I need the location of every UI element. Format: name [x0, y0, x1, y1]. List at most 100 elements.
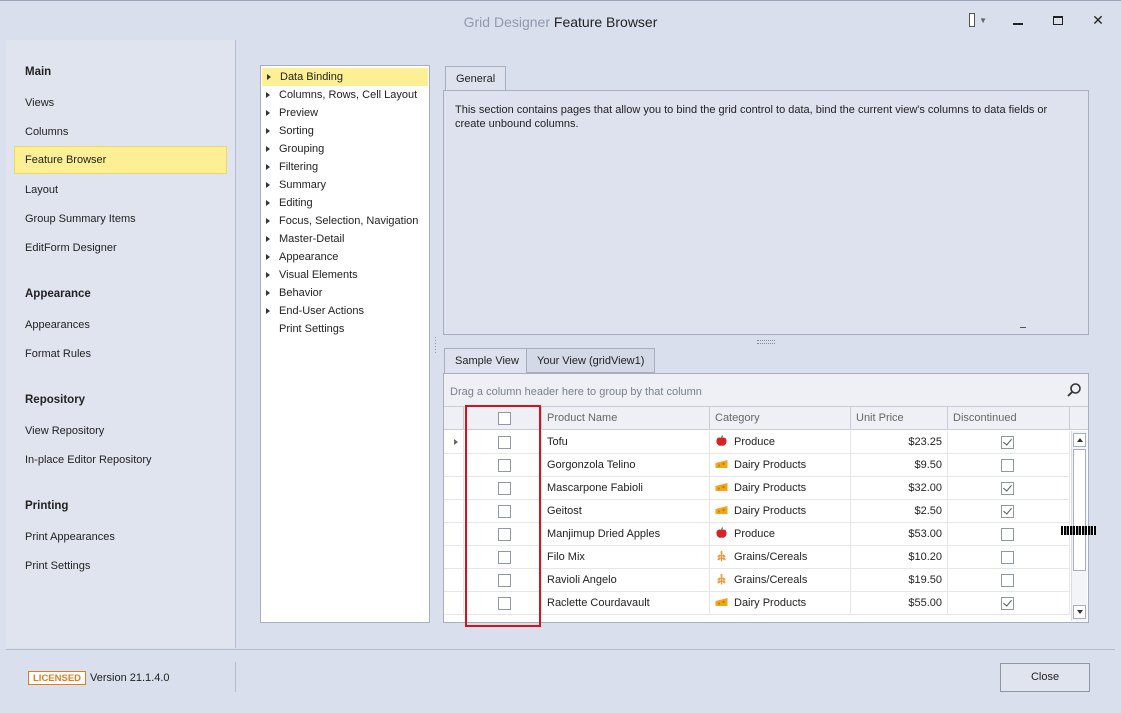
- sidebar-item-group-summary-items[interactable]: Group Summary Items: [14, 205, 227, 233]
- column-header-category[interactable]: Category: [710, 407, 851, 430]
- sidebar-item-appearances[interactable]: Appearances: [14, 311, 227, 339]
- product-name-cell[interactable]: Manjimup Dried Apples: [542, 523, 710, 546]
- category-cell[interactable]: Grains/Cereals: [710, 546, 851, 569]
- unit-price-cell[interactable]: $19.50: [851, 569, 948, 592]
- discontinued-checkbox[interactable]: [1001, 574, 1014, 587]
- minimize-button[interactable]: [1009, 11, 1027, 29]
- row-indicator-cell[interactable]: [444, 523, 464, 546]
- unit-price-cell[interactable]: $9.50: [851, 454, 948, 477]
- tree-item-appearance[interactable]: Appearance: [261, 248, 429, 266]
- unit-price-cell[interactable]: $53.00: [851, 523, 948, 546]
- close-window-button[interactable]: ✕: [1089, 11, 1107, 29]
- discontinued-cell[interactable]: [948, 546, 1070, 569]
- tree-item-sorting[interactable]: Sorting: [261, 122, 429, 140]
- discontinued-checkbox[interactable]: [1001, 459, 1014, 472]
- tree-item-behavior[interactable]: Behavior: [261, 284, 429, 302]
- tree-splitter-handle[interactable]: · · · · · ·: [434, 333, 437, 357]
- unit-price-cell[interactable]: $32.00: [851, 477, 948, 500]
- discontinued-checkbox[interactable]: [1001, 597, 1014, 610]
- tree-item-filtering[interactable]: Filtering: [261, 158, 429, 176]
- tree-item-data-binding[interactable]: Data Binding: [262, 68, 428, 86]
- row-indicator-cell[interactable]: [444, 431, 464, 454]
- column-header-unit-price[interactable]: Unit Price: [851, 407, 948, 430]
- discontinued-cell[interactable]: [948, 592, 1070, 615]
- product-name-cell[interactable]: Ravioli Angelo: [542, 569, 710, 592]
- title-bar[interactable]: Grid Designer Feature Browser ▼ ✕: [0, 0, 1121, 40]
- tree-item-print-settings[interactable]: Print Settings: [261, 320, 429, 338]
- unit-price-cell[interactable]: $10.20: [851, 546, 948, 569]
- tree-item-preview[interactable]: Preview: [261, 104, 429, 122]
- discontinued-cell[interactable]: [948, 569, 1070, 592]
- row-indicator-cell[interactable]: [444, 569, 464, 592]
- tree-item-editing[interactable]: Editing: [261, 194, 429, 212]
- sidebar-item-inplace-editor-repository[interactable]: In-place Editor Repository: [14, 446, 227, 474]
- tree-item-columns-rows-cell-layout[interactable]: Columns, Rows, Cell Layout: [261, 86, 429, 104]
- expand-arrow-icon[interactable]: [266, 236, 270, 242]
- discontinued-checkbox[interactable]: [1001, 528, 1014, 541]
- discontinued-cell[interactable]: [948, 454, 1070, 477]
- expand-arrow-icon[interactable]: [267, 74, 271, 80]
- discontinued-cell[interactable]: [948, 523, 1070, 546]
- product-name-cell[interactable]: Tofu: [542, 431, 710, 454]
- tree-item-summary[interactable]: Summary: [261, 176, 429, 194]
- tree-item-grouping[interactable]: Grouping: [261, 140, 429, 158]
- unit-price-cell[interactable]: $2.50: [851, 500, 948, 523]
- product-name-cell[interactable]: Raclette Courdavault: [542, 592, 710, 615]
- tree-item-end-user-actions[interactable]: End-User Actions: [261, 302, 429, 320]
- tree-item-focus-selection-navigation[interactable]: Focus, Selection, Navigation: [261, 212, 429, 230]
- discontinued-checkbox[interactable]: [1001, 505, 1014, 518]
- discontinued-cell[interactable]: [948, 431, 1070, 454]
- expand-arrow-icon[interactable]: [266, 218, 270, 224]
- expand-arrow-icon[interactable]: [266, 182, 270, 188]
- sidebar-item-print-settings[interactable]: Print Settings: [14, 552, 227, 580]
- row-indicator-cell[interactable]: [444, 592, 464, 615]
- scroll-up-button[interactable]: [1073, 433, 1086, 447]
- expand-arrow-icon[interactable]: [266, 308, 270, 314]
- sidebar-item-views[interactable]: Views: [14, 89, 227, 117]
- product-name-cell[interactable]: Filo Mix: [542, 546, 710, 569]
- sidebar-item-editform-designer[interactable]: EditForm Designer: [14, 234, 227, 262]
- expand-arrow-icon[interactable]: [266, 290, 270, 296]
- skin-selector-button[interactable]: ▼: [969, 11, 987, 29]
- row-indicator-cell[interactable]: [444, 454, 464, 477]
- category-cell[interactable]: Dairy Products: [710, 592, 851, 615]
- panel-splitter-handle[interactable]: [757, 340, 775, 344]
- search-icon[interactable]: [1066, 382, 1082, 398]
- expand-arrow-icon[interactable]: [266, 200, 270, 206]
- expand-arrow-icon[interactable]: [266, 272, 270, 278]
- tab-your-view[interactable]: Your View (gridView1): [526, 348, 656, 373]
- group-panel[interactable]: Drag a column header here to group by th…: [444, 374, 1088, 407]
- discontinued-cell[interactable]: [948, 500, 1070, 523]
- expand-arrow-icon[interactable]: [266, 110, 270, 116]
- scroll-thumb[interactable]: [1073, 449, 1086, 571]
- category-cell[interactable]: Dairy Products: [710, 500, 851, 523]
- category-cell[interactable]: Produce: [710, 431, 851, 454]
- discontinued-checkbox[interactable]: [1001, 482, 1014, 495]
- tab-general[interactable]: General: [445, 66, 507, 91]
- maximize-button[interactable]: [1049, 11, 1067, 29]
- unit-price-cell[interactable]: $55.00: [851, 592, 948, 615]
- category-cell[interactable]: Dairy Products: [710, 454, 851, 477]
- product-name-cell[interactable]: Mascarpone Fabioli: [542, 477, 710, 500]
- category-cell[interactable]: Produce: [710, 523, 851, 546]
- column-header-product-name[interactable]: Product Name: [542, 407, 710, 430]
- sidebar-item-feature-browser[interactable]: Feature Browser: [14, 146, 227, 174]
- expand-arrow-icon[interactable]: [266, 92, 270, 98]
- close-button[interactable]: Close: [1000, 663, 1090, 692]
- row-indicator-cell[interactable]: [444, 546, 464, 569]
- tab-sample-view[interactable]: Sample View: [444, 348, 530, 374]
- discontinued-checkbox[interactable]: [1001, 551, 1014, 564]
- product-name-cell[interactable]: Gorgonzola Telino: [542, 454, 710, 477]
- sidebar-item-columns[interactable]: Columns: [14, 118, 227, 146]
- unit-price-cell[interactable]: $23.25: [851, 431, 948, 454]
- discontinued-checkbox[interactable]: [1001, 436, 1014, 449]
- sidebar-item-view-repository[interactable]: View Repository: [14, 417, 227, 445]
- row-indicator-cell[interactable]: [444, 500, 464, 523]
- category-cell[interactable]: Dairy Products: [710, 477, 851, 500]
- expand-arrow-icon[interactable]: [266, 164, 270, 170]
- expand-arrow-icon[interactable]: [266, 146, 270, 152]
- tree-item-master-detail[interactable]: Master-Detail: [261, 230, 429, 248]
- row-indicator-cell[interactable]: [444, 477, 464, 500]
- product-name-cell[interactable]: Geitost: [542, 500, 710, 523]
- sidebar-item-layout[interactable]: Layout: [14, 176, 227, 204]
